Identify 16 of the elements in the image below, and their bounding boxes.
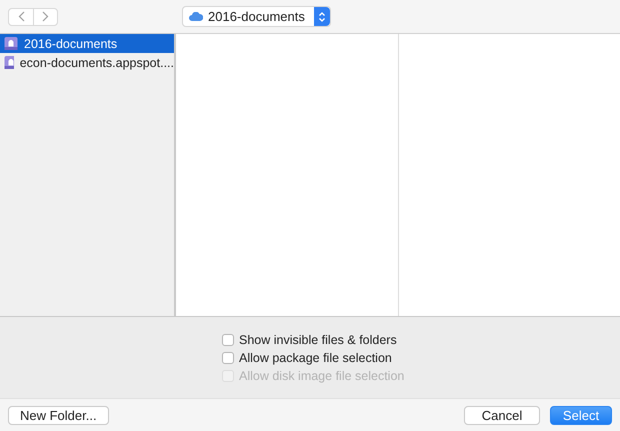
checkbox[interactable] [222,334,234,346]
location-popup[interactable]: 2016-documents [182,6,331,27]
checkbox-label: Allow package file selection [239,350,392,364]
drive-icon [4,55,14,70]
stepper-icon [314,7,330,26]
cloud-icon [189,12,203,21]
checkbox-label: Allow disk image file selection [239,368,404,382]
checkbox[interactable] [222,352,234,364]
sidebar-item[interactable]: 2016-documents [0,34,174,53]
checkbox-label: Show invisible files & folders [239,332,397,346]
drive-icon [4,36,18,51]
dialog-button[interactable]: Cancel [464,406,540,424]
sidebar-item[interactable]: econ-documents.appspot.... [0,53,174,72]
dialog-button[interactable]: New Folder... [8,406,109,424]
chevron-left-icon [18,11,24,22]
chevron-right-icon [42,11,49,22]
